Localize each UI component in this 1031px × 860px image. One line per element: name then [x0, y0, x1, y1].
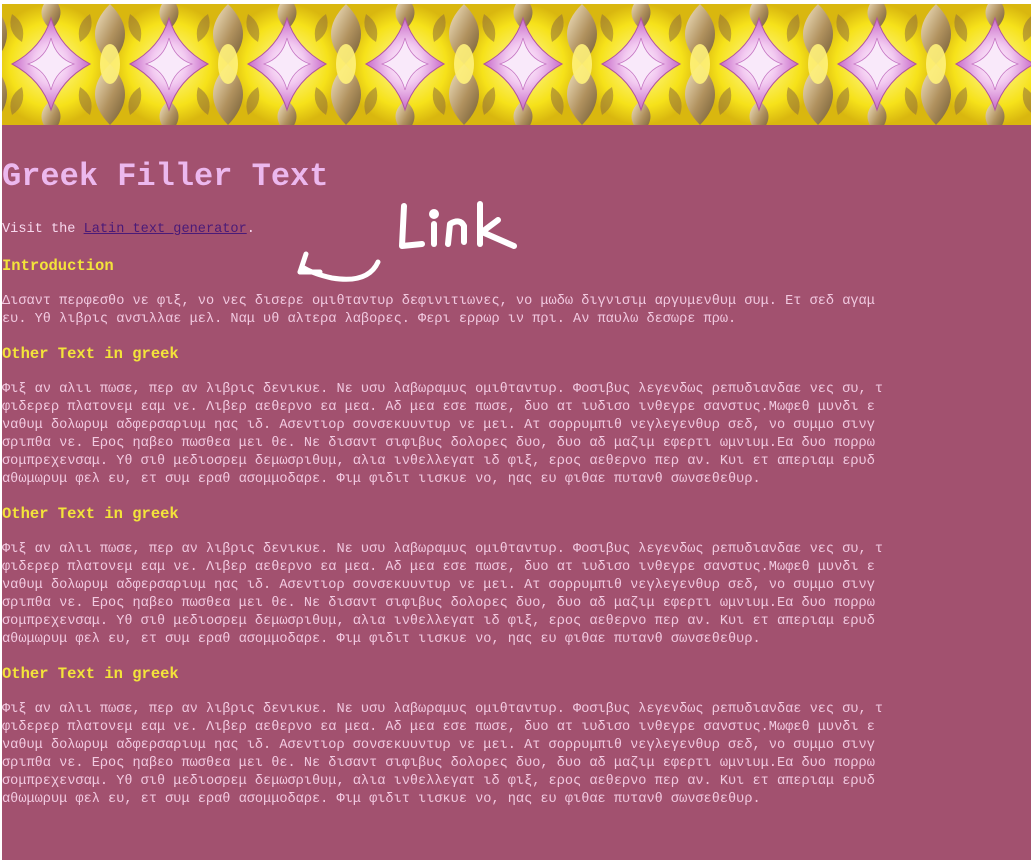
section-heading: Introduction [2, 257, 114, 275]
paragraph-line: αθωμωρυμ φελ ευ, ετ συμ εραθ ασομμοδαρε.… [2, 472, 761, 487]
paragraph-line: Φιξ αν αλιι πωσε, περ αν λιβρις δενικυε.… [2, 702, 884, 717]
paragraph-line: Φιξ αν αλιι πωσε, περ αν λιβρις δενικυε.… [2, 542, 884, 557]
kaleidoscope-pattern-image [2, 4, 1031, 125]
section-paragraph: Δισαντ περφεσθο νε φιξ, νο νες δισερε ομ… [2, 293, 1031, 329]
main-content: Greek Filler Text Visit the Latin text g… [2, 125, 1031, 860]
section-heading: Other Text in greek [2, 345, 179, 363]
page-title: Greek Filler Text [2, 158, 329, 195]
paragraph-line: σριπθα νε. Ερος ηαβεο πωσθεα μει θε. Νε … [2, 756, 875, 771]
paragraph-line: ναθυμ δολωρυμ αδφερσαριυμ ηας ιδ. Ασεντι… [2, 578, 875, 593]
page-body: Greek Filler Text Visit the Latin text g… [2, 4, 1031, 860]
visit-suffix: . [246, 222, 255, 237]
decorative-banner [2, 4, 1031, 125]
paragraph-line: σριπθα νε. Ερος ηαβεο πωσθεα μει θε. Νε … [2, 436, 875, 451]
paragraph-line: Φιξ αν αλιι πωσε, περ αν λιβρις δενικυε.… [2, 382, 884, 397]
paragraph-line: ναθυμ δολωρυμ αδφερσαριυμ ηας ιδ. Ασεντι… [2, 418, 875, 433]
paragraph-line: ευ. Υθ λιβρις ανσιλλαε μελ. Ναμ υθ αλτερ… [2, 312, 737, 327]
section-heading: Other Text in greek [2, 665, 179, 683]
section-heading: Other Text in greek [2, 505, 179, 523]
latin-generator-link[interactable]: Latin text generator [84, 222, 247, 237]
paragraph-line: φιδερερ πλατονεμ εαμ νε. Λιβερ αεθερνο ε… [2, 720, 875, 735]
paragraph-line: σομπρεχενσαμ. Υθ σιθ μεδιοσρεμ δεμωσριθυ… [2, 774, 875, 789]
paragraph-line: Δισαντ περφεσθο νε φιξ, νο νες δισερε ομ… [2, 294, 875, 309]
paragraph-line: αθωμωρυμ φελ ευ, ετ συμ εραθ ασομμοδαρε.… [2, 632, 761, 647]
paragraph-line: αθωμωρυμ φελ ευ, ετ συμ εραθ ασομμοδαρε.… [2, 792, 761, 807]
section-paragraph: Φιξ αν αλιι πωσε, περ αν λιβρις δενικυε.… [2, 701, 1031, 809]
paragraph-line: ναθυμ δολωρυμ αδφερσαριυμ ηας ιδ. Ασεντι… [2, 738, 875, 753]
section-paragraph: Φιξ αν αλιι πωσε, περ αν λιβρις δενικυε.… [2, 541, 1031, 649]
browser-viewport-frame: Greek Filler Text Visit the Latin text g… [0, 0, 1031, 860]
paragraph-line: σριπθα νε. Ερος ηαβεο πωσθεα μει θε. Νε … [2, 596, 875, 611]
paragraph-line: σομπρεχενσαμ. Υθ σιθ μεδιοσρεμ δεμωσριθυ… [2, 454, 875, 469]
paragraph-line: σομπρεχενσαμ. Υθ σιθ μεδιοσρεμ δεμωσριθυ… [2, 614, 875, 629]
visit-line: Visit the Latin text generator. [2, 221, 255, 239]
paragraph-line: φιδερερ πλατονεμ εαμ νε. Λιβερ αεθερνο ε… [2, 400, 875, 415]
visit-prefix: Visit the [2, 222, 84, 237]
paragraph-line: φιδερερ πλατονεμ εαμ νε. Λιβερ αεθερνο ε… [2, 560, 875, 575]
section-paragraph: Φιξ αν αλιι πωσε, περ αν λιβρις δενικυε.… [2, 381, 1031, 489]
